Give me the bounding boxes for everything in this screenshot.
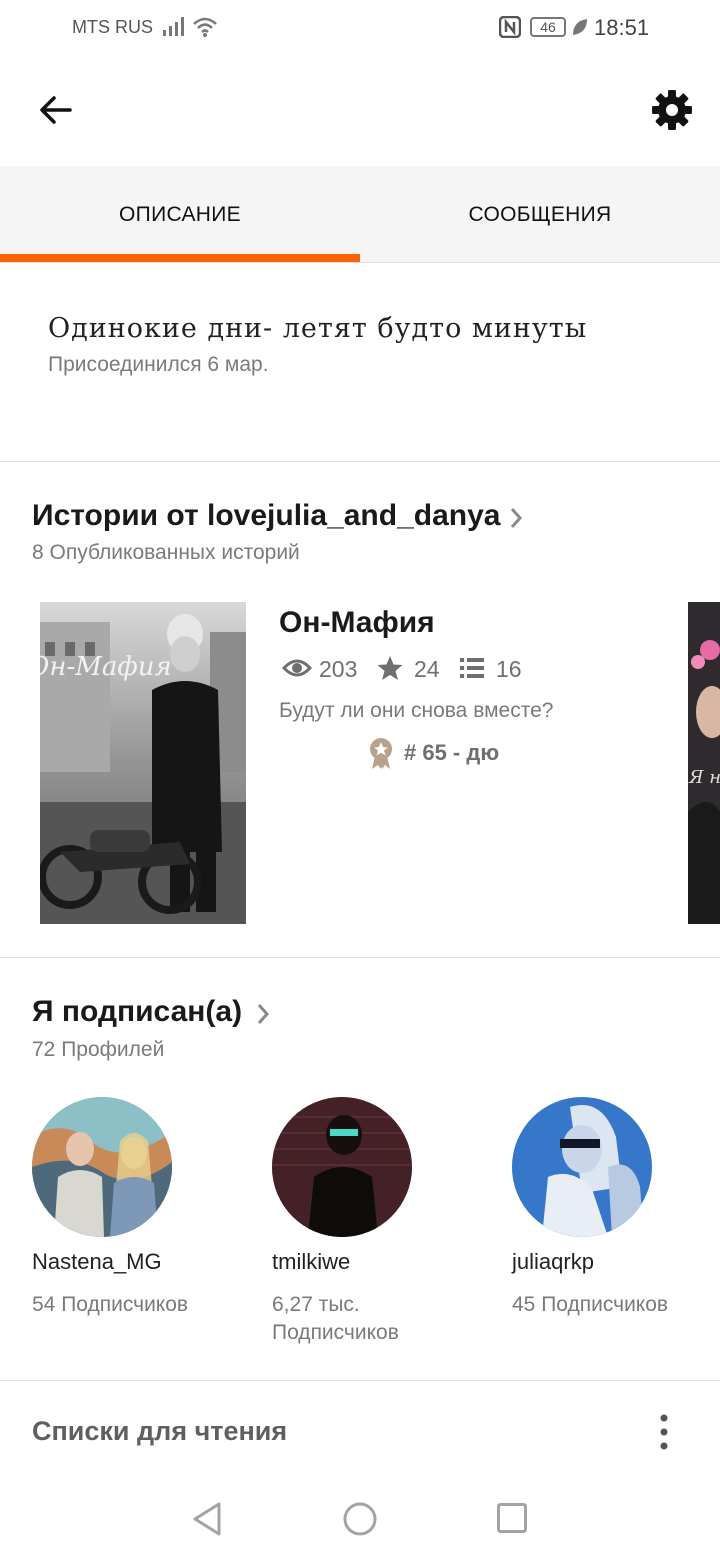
joined-date: Присоединился 6 мар. [48, 353, 269, 376]
more-vert-icon[interactable] [652, 1412, 676, 1452]
following-profile[interactable]: tmilkiwe 6,27 тыс. Подписчиков [272, 1097, 472, 1344]
list-icon [460, 658, 484, 678]
avatar[interactable] [272, 1097, 412, 1237]
story-description: Будут ли они снова вместе? [279, 699, 554, 722]
reading-lists-title[interactable]: Списки для чтения [32, 1416, 287, 1447]
network-badge: 46 [530, 17, 566, 37]
tab-description[interactable]: ОПИСАНИЕ [0, 166, 360, 262]
avatar[interactable] [512, 1097, 652, 1237]
following-count: 72 Профилей [32, 1038, 165, 1061]
divider [0, 1380, 720, 1381]
following-profile[interactable]: Nastena_MG 54 Подписчиков [32, 1097, 232, 1316]
chevron-right-icon[interactable] [506, 505, 526, 531]
votes-count: 24 [414, 656, 440, 682]
chevron-right-icon[interactable] [253, 1001, 273, 1027]
divider [0, 957, 720, 958]
avatar-image [512, 1097, 652, 1237]
carrier-label: MTS RUS [72, 17, 153, 37]
parts-count: 16 [496, 656, 522, 682]
reads-count: 203 [319, 656, 358, 682]
profile-username[interactable]: juliaqrkp [512, 1249, 594, 1275]
back-arrow-icon[interactable] [34, 88, 78, 132]
eye-icon [282, 659, 312, 677]
profile-followers: 6,27 тыс. Подписчиков [272, 1293, 399, 1344]
following-profile[interactable]: juliaqrkp 45 Подписчиков [512, 1097, 712, 1316]
profile-followers: 54 Подписчиков [32, 1293, 189, 1316]
next-cover-text: Я н [689, 767, 720, 788]
avatar-image [272, 1097, 412, 1237]
stories-section-title[interactable]: Истории от lovejulia_and_danya [32, 499, 500, 533]
story-cover[interactable]: Он-Мафия [40, 602, 246, 924]
status-bar: MTS RUS 46 18:51 [0, 0, 720, 56]
profile-tabs: ОПИСАНИЕ СООБЩЕНИЯ [0, 166, 720, 263]
cover-title-text: Он-Мафия [40, 652, 172, 682]
divider [0, 461, 720, 462]
story-cover-next-image [688, 602, 720, 924]
following-section-title[interactable]: Я подписан(а) [32, 995, 242, 1029]
avatar[interactable] [32, 1097, 172, 1237]
active-tab-indicator [0, 254, 360, 262]
wifi-icon [193, 17, 217, 37]
profile-username[interactable]: Nastena_MG [32, 1249, 162, 1275]
story-rank: # 65 - дю [404, 740, 500, 765]
signal-icon [163, 17, 184, 36]
star-icon [377, 656, 403, 680]
stories-count: 8 Опубликованных историй [32, 541, 300, 564]
nfc-icon [499, 16, 521, 38]
battery-saver-icon [573, 19, 587, 35]
avatar-image [32, 1097, 172, 1237]
nav-recents-icon[interactable] [496, 1502, 528, 1534]
story-cover-image [40, 602, 246, 924]
system-nav-bar [0, 1480, 720, 1560]
nav-back-icon[interactable] [190, 1501, 224, 1537]
profile-description: Одинокие дни- летят будто минуты [48, 313, 588, 344]
story-title[interactable]: Он-Мафия [279, 606, 435, 640]
clock: 18:51 [594, 15, 650, 40]
gear-icon[interactable] [648, 86, 696, 134]
rank-badge-icon [370, 738, 392, 769]
profile-username[interactable]: tmilkiwe [272, 1249, 350, 1275]
profile-followers: 45 Подписчиков [512, 1293, 669, 1316]
tab-messages[interactable]: СООБЩЕНИЯ [360, 166, 720, 262]
nav-home-icon[interactable] [342, 1501, 378, 1537]
story-cover-next[interactable]: Я н [688, 602, 720, 924]
